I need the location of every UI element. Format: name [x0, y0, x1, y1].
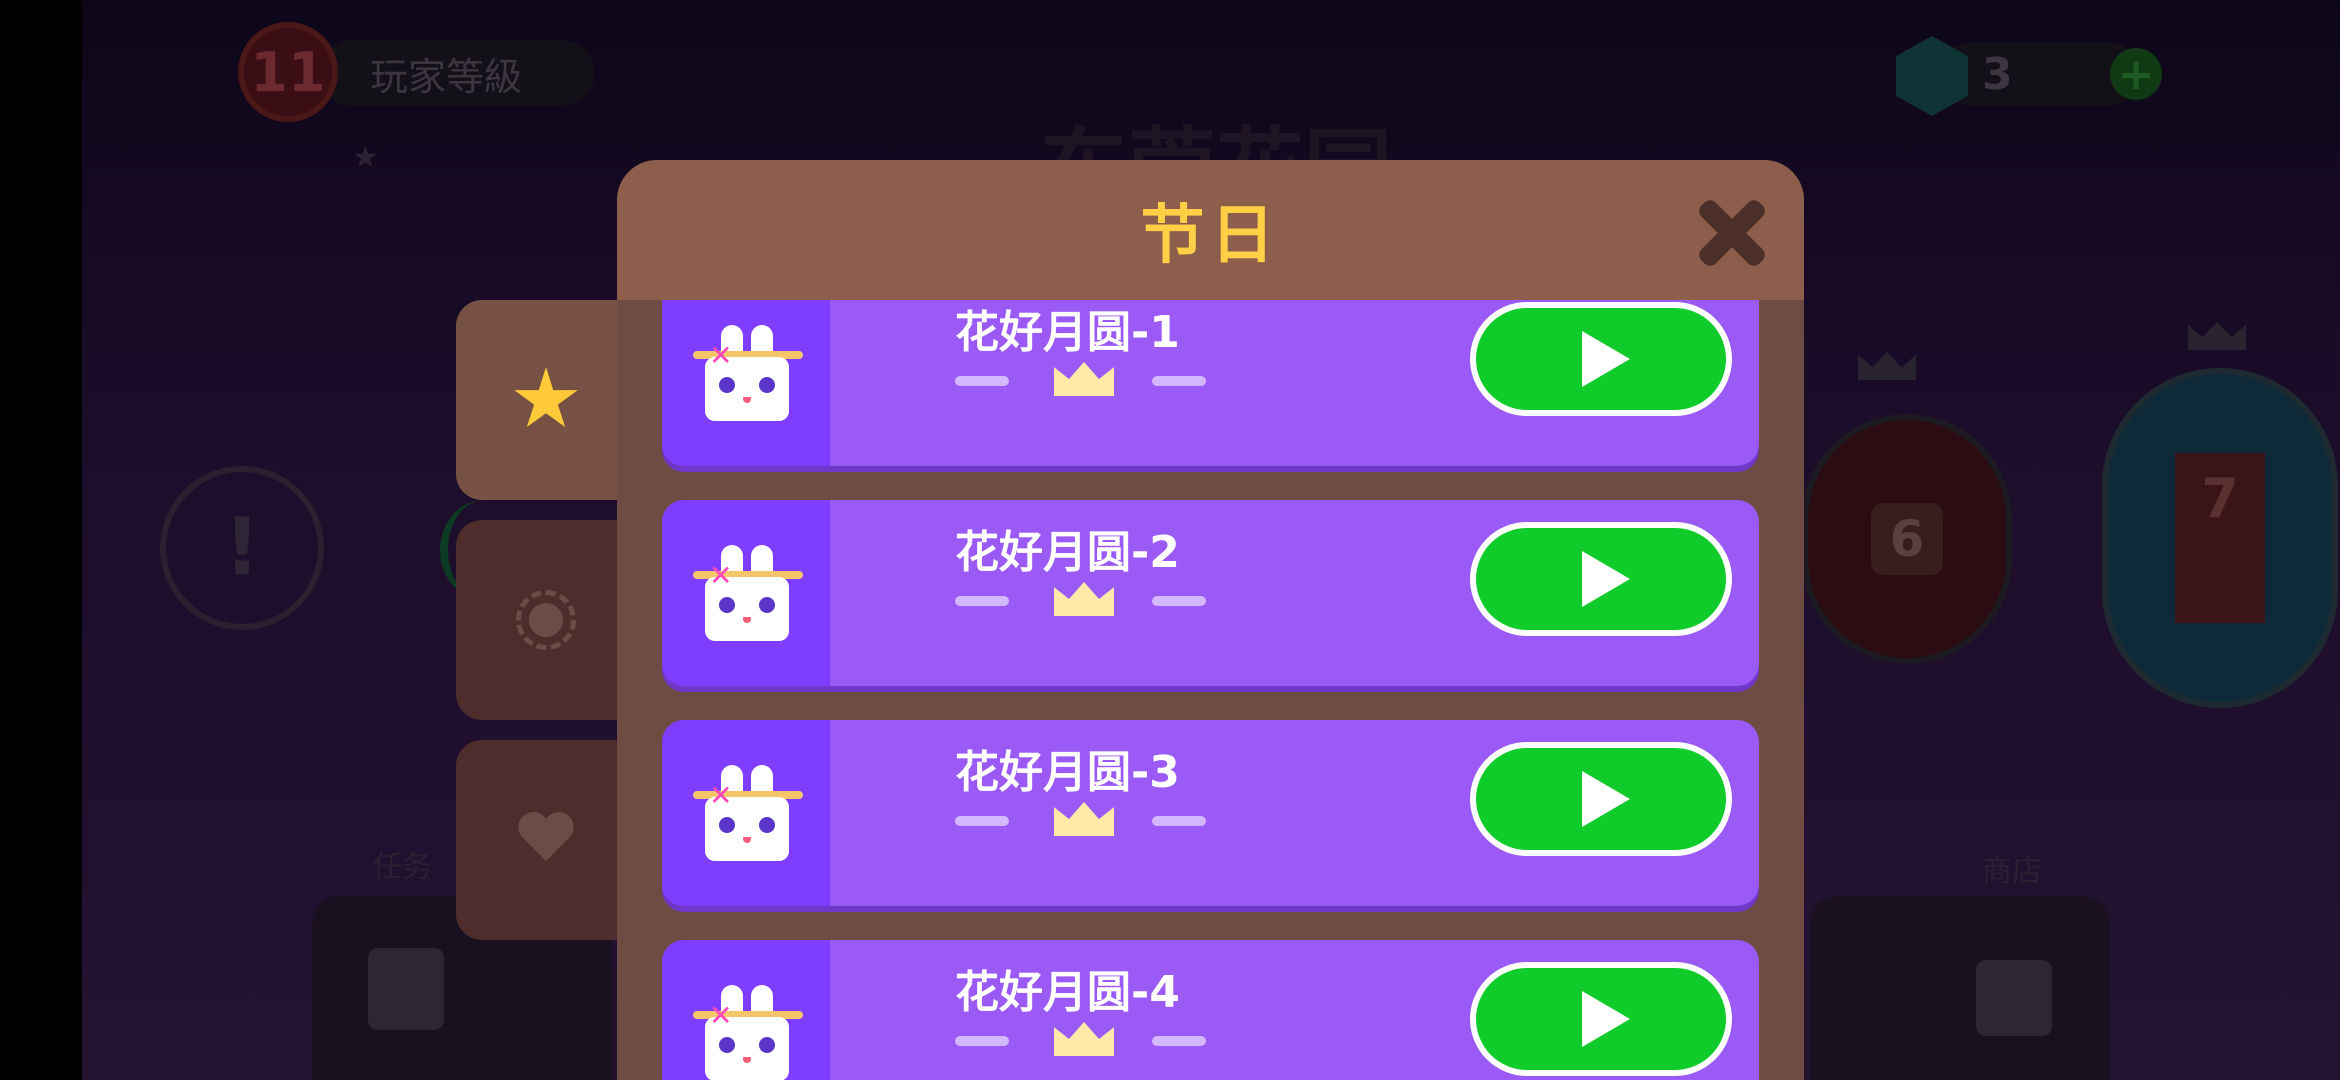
player-level-label: 玩家等級	[370, 54, 523, 99]
level-7-node[interactable]: 7	[2102, 368, 2338, 708]
level-row[interactable]: ✕ 花好月圆-4	[662, 940, 1759, 1080]
crown-icon	[1054, 802, 1114, 836]
level-thumbnail: ✕	[662, 500, 830, 686]
alert-icon: !	[224, 503, 260, 593]
star-icon	[514, 367, 578, 428]
rating-dash	[955, 596, 1009, 606]
play-button[interactable]	[1470, 962, 1732, 1076]
tab-liked[interactable]	[456, 740, 636, 940]
game-screen: 玩家等級 11 ★ 3 + 东莞花园 ! 6 7 任务 商店 节日 ✕ 花好月圆…	[0, 0, 2340, 1080]
bunny-avatar-icon: ✕	[693, 325, 803, 421]
rating-dash	[1152, 1036, 1206, 1046]
tab-favorites[interactable]	[456, 300, 636, 500]
rating-dash	[955, 1036, 1009, 1046]
player-level-number: 11	[250, 40, 326, 104]
bunny-avatar-icon: ✕	[693, 985, 803, 1080]
level-row[interactable]: ✕ 花好月圆-3	[662, 720, 1759, 906]
play-button[interactable]	[1470, 522, 1732, 636]
alert-button[interactable]: !	[160, 466, 324, 630]
play-icon	[1582, 331, 1630, 387]
add-gem-button[interactable]: +	[2110, 48, 2162, 100]
task-label: 任务	[372, 850, 432, 885]
shop-button-bg	[1810, 896, 2110, 1080]
task-icon[interactable]	[368, 948, 444, 1030]
crown-icon	[1054, 362, 1114, 396]
play-button[interactable]	[1470, 742, 1732, 856]
close-icon[interactable]	[1695, 196, 1769, 270]
level-list[interactable]: ✕ 花好月圆-1 ✕ 花好月圆-2 ✕ 花好月圆-3 ✕ 花好月圆-4	[617, 300, 1804, 1080]
shop-label: 商店	[1982, 854, 2042, 889]
rating-dash	[1152, 596, 1206, 606]
left-edge	[0, 0, 82, 1080]
play-icon	[1582, 991, 1630, 1047]
level-thumbnail: ✕	[662, 300, 830, 466]
small-star-icon: ★	[352, 140, 379, 175]
crown-icon	[1054, 582, 1114, 616]
level-name: 花好月圆-4	[955, 967, 1180, 1018]
festival-dialog: 节日 ✕ 花好月圆-1 ✕ 花好月圆-2 ✕ 花好月圆-3 ✕ 花好月圆-4	[617, 160, 1804, 1080]
level-name: 花好月圆-1	[955, 307, 1180, 358]
dialog-title: 节日	[1140, 199, 1281, 273]
crown-icon	[1054, 1022, 1114, 1056]
level-row[interactable]: ✕ 花好月圆-2	[662, 500, 1759, 686]
level-name: 花好月圆-3	[955, 747, 1180, 798]
level-row[interactable]: ✕ 花好月圆-1	[662, 300, 1759, 466]
rating-dash	[955, 816, 1009, 826]
gem-count: 3	[1982, 48, 2013, 100]
bunny-avatar-icon: ✕	[693, 545, 803, 641]
player-level-badge: 11	[238, 22, 338, 122]
rating-dash	[955, 376, 1009, 386]
rating-dash	[1152, 816, 1206, 826]
player-level-pill: 玩家等級	[320, 40, 595, 106]
level-7-number: 7	[2175, 453, 2265, 623]
bunny-avatar-icon: ✕	[693, 765, 803, 861]
play-icon	[1582, 771, 1630, 827]
ring-icon	[516, 590, 576, 650]
tab-events[interactable]	[456, 520, 636, 720]
level-6-node[interactable]: 6	[1802, 414, 2012, 664]
play-icon	[1582, 551, 1630, 607]
level-thumbnail: ✕	[662, 720, 830, 906]
level-name: 花好月圆-2	[955, 527, 1180, 578]
rating-dash	[1152, 376, 1206, 386]
level-thumbnail: ✕	[662, 940, 830, 1080]
heart-icon	[516, 813, 576, 867]
level-6-number: 6	[1871, 503, 1943, 575]
shop-bag-icon[interactable]	[1976, 960, 2052, 1036]
play-button[interactable]	[1470, 302, 1732, 416]
